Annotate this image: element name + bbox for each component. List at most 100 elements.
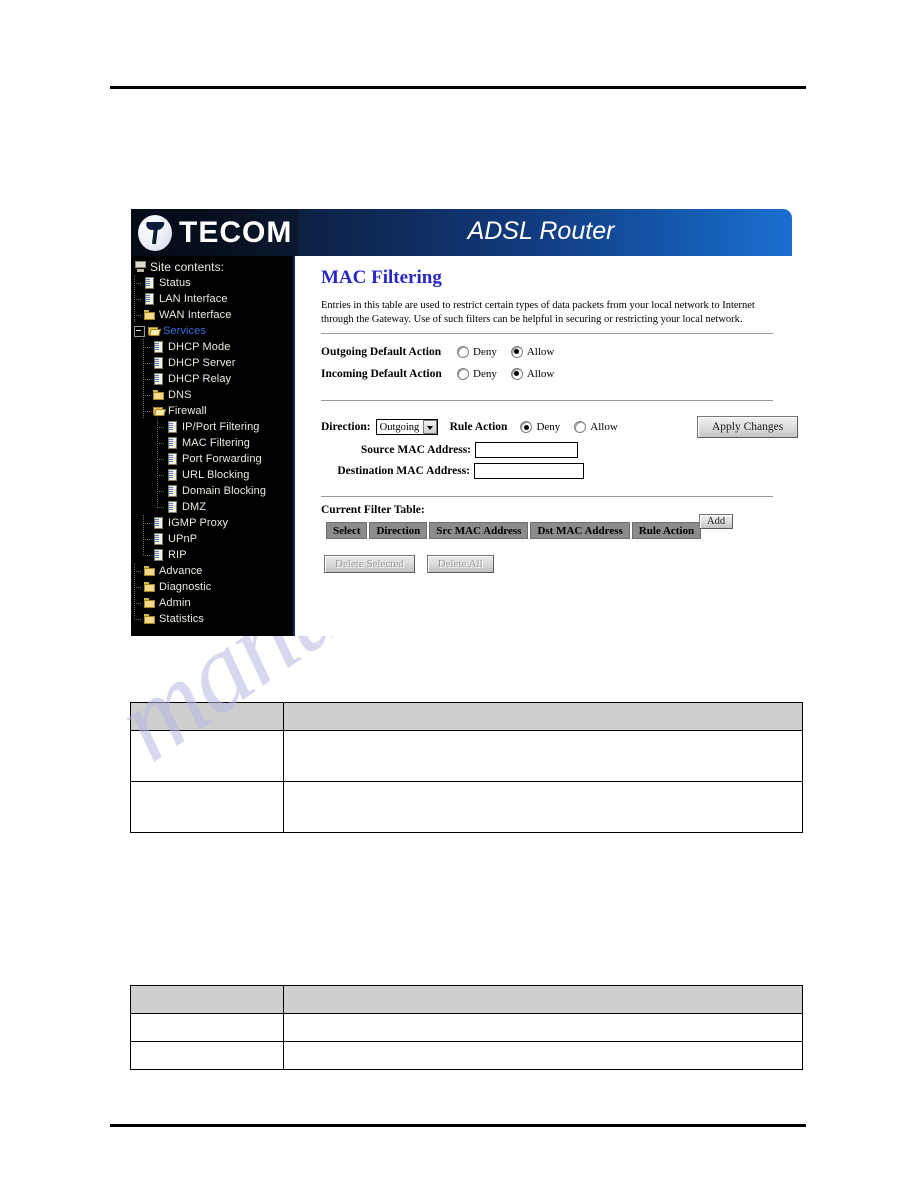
tree-connector [143, 403, 152, 419]
sidebar-item-advance[interactable]: Advance [131, 563, 293, 579]
sidebar-item-dmz[interactable]: DMZ [131, 499, 293, 515]
page-title: MAC Filtering [321, 267, 442, 288]
tree-connector [157, 467, 166, 483]
sidebar-item-admin[interactable]: Admin [131, 595, 293, 611]
sidebar-item-dns[interactable]: DNS [131, 387, 293, 403]
page-icon [143, 277, 156, 289]
sidebar-item-port-forwarding[interactable]: Port Forwarding [131, 451, 293, 467]
computer-icon [134, 261, 147, 273]
source-mac-label: Source MAC Address: [360, 444, 471, 456]
main-content-pane: MAC Filtering Entries in this table are … [297, 256, 799, 636]
direction-select-value: Outgoing [379, 422, 420, 433]
rule-action-deny-radio[interactable] [520, 421, 533, 433]
sidebar-item-label: DHCP Server [168, 357, 236, 369]
page-icon [152, 533, 165, 545]
direction-select[interactable]: Outgoing [375, 419, 438, 435]
table-cell [130, 1013, 284, 1042]
page-icon [166, 469, 179, 481]
incoming-allow-radio[interactable] [510, 367, 523, 380]
rule-action-allow-label: Allow [590, 421, 618, 433]
sidebar-item-mac-filtering[interactable]: MAC Filtering [131, 435, 293, 451]
sidebar-item-label: Advance [159, 565, 203, 577]
page-icon [166, 501, 179, 513]
folder-open-icon [147, 325, 160, 337]
tree-connector [157, 419, 166, 435]
sidebar-item-label: Diagnostic [159, 581, 212, 593]
sidebar-item-label: WAN Interface [159, 309, 232, 321]
rule-action-label: Rule Action [449, 421, 508, 433]
sidebar-item-label: IGMP Proxy [168, 517, 229, 529]
section-divider-mid [321, 400, 773, 401]
sidebar-item-label: Statistics [159, 613, 205, 625]
tree-connector [143, 371, 152, 387]
tree-connector [134, 563, 143, 579]
delete-all-button[interactable]: Delete All [426, 555, 494, 573]
folder-icon [143, 581, 156, 593]
table-cell [130, 730, 284, 782]
sidebar-item-domain-blocking[interactable]: Domain Blocking [131, 483, 293, 499]
tree-connector [157, 499, 166, 515]
sidebar-site-tree[interactable]: Site contents: Status LAN Interface WAN … [131, 256, 295, 636]
incoming-deny-radio[interactable] [457, 367, 469, 380]
sidebar-item-services[interactable]: Services [131, 323, 293, 339]
sidebar-item-upnp[interactable]: UPnP [131, 531, 293, 547]
folder-icon [143, 597, 156, 609]
table-cell [130, 1041, 284, 1070]
sidebar-root-site-contents[interactable]: Site contents: [131, 259, 293, 275]
column-header-direction: Direction [369, 522, 428, 539]
page-icon [166, 437, 179, 449]
delete-selected-button[interactable]: Delete Selected [324, 555, 415, 573]
page-icon [152, 341, 165, 353]
column-header-rule-action: Rule Action [631, 522, 702, 539]
incoming-allow-label: Allow [526, 367, 555, 380]
sidebar-item-diagnostic[interactable]: Diagnostic [131, 579, 293, 595]
sidebar-item-wan-interface[interactable]: WAN Interface [131, 307, 293, 323]
tree-connector [143, 387, 152, 403]
router-brand-block: TECOM [131, 209, 299, 256]
outgoing-deny-radio[interactable] [457, 345, 469, 358]
doc-parameter-table-2 [130, 985, 803, 1070]
header-cell [283, 985, 803, 1014]
sidebar-item-dhcp-mode[interactable]: DHCP Mode [131, 339, 293, 355]
chevron-down-icon[interactable] [422, 420, 437, 434]
folder-open-icon [152, 405, 165, 417]
sidebar-item-firewall[interactable]: Firewall [131, 403, 293, 419]
sidebar-item-dhcp-relay[interactable]: DHCP Relay [131, 371, 293, 387]
apply-changes-button[interactable]: Apply Changes [697, 416, 799, 438]
section-divider-bottom [321, 496, 773, 497]
sidebar-item-label: RIP [168, 549, 187, 561]
sidebar-item-label: URL Blocking [182, 469, 250, 481]
tree-connector [134, 611, 143, 627]
destination-mac-input[interactable] [474, 463, 584, 479]
outgoing-allow-radio[interactable] [510, 345, 523, 358]
column-header-dst-mac: Dst MAC Address [530, 522, 630, 539]
table-header-row [130, 985, 803, 1014]
incoming-default-action-label: Incoming Default Action [321, 367, 442, 380]
sidebar-item-label: DNS [168, 389, 192, 401]
sidebar-item-rip[interactable]: RIP [131, 547, 293, 563]
sidebar-item-url-blocking[interactable]: URL Blocking [131, 467, 293, 483]
page-top-rule [110, 86, 806, 89]
page-icon [166, 421, 179, 433]
tree-connector [134, 291, 143, 307]
source-mac-input[interactable] [475, 442, 578, 458]
sidebar-root-label: Site contents: [150, 260, 225, 274]
sidebar-item-lan-interface[interactable]: LAN Interface [131, 291, 293, 307]
collapse-expander-icon[interactable] [134, 325, 145, 337]
sidebar-item-dhcp-server[interactable]: DHCP Server [131, 355, 293, 371]
sidebar-item-statistics[interactable]: Statistics [131, 611, 293, 627]
folder-icon [152, 389, 165, 401]
rule-action-allow-radio[interactable] [574, 421, 587, 433]
table-row [130, 1013, 803, 1042]
sidebar-item-igmp-proxy[interactable]: IGMP Proxy [131, 515, 293, 531]
sidebar-item-label: Status [159, 277, 191, 289]
page-icon [152, 373, 165, 385]
column-header-select: Select [326, 522, 368, 539]
add-rule-button[interactable]: Add [699, 514, 734, 529]
table-row [130, 1041, 803, 1070]
tree-connector [143, 515, 152, 531]
sidebar-item-ip-port-filtering[interactable]: IP/Port Filtering [131, 419, 293, 435]
sidebar-item-status[interactable]: Status [131, 275, 293, 291]
outgoing-deny-label: Deny [473, 345, 497, 358]
outgoing-default-action-label: Outgoing Default Action [321, 345, 442, 358]
